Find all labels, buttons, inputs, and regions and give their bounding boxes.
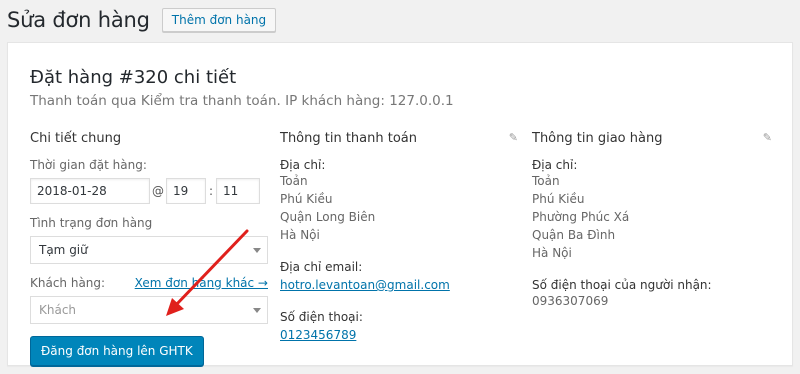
shipping-address-line: Quận Ba Đình <box>532 228 616 242</box>
status-label: Tình trạng đơn hàng <box>30 216 153 230</box>
order-title: Đặt hàng #320 chi tiết <box>30 67 237 88</box>
billing-email-link[interactable]: hotro.levantoan@gmail.com <box>280 278 450 292</box>
status-select[interactable]: Tạm giữ <box>30 236 268 264</box>
billing-address-label: Địa chỉ: <box>280 158 326 172</box>
add-order-button[interactable]: Thêm đơn hàng <box>161 8 277 32</box>
billing-phone-link[interactable]: 0123456789 <box>280 328 356 342</box>
ship-to-ghtk-button[interactable]: Đăng đơn hàng lên GHTK <box>30 336 204 366</box>
shipping-address-line: Toản <box>532 174 560 188</box>
chevron-down-icon <box>253 308 261 313</box>
shipping-phone: 0936307069 <box>532 294 609 308</box>
shipping-heading: Thông tin giao hàng <box>532 131 663 146</box>
pencil-icon[interactable]: ✎ <box>509 131 518 144</box>
order-subtitle: Thanh toán qua Kiểm tra thanh toán. IP k… <box>30 93 454 109</box>
pencil-icon[interactable]: ✎ <box>763 131 772 144</box>
order-panel: Đặt hàng #320 chi tiết Thanh toán qua Ki… <box>7 42 793 366</box>
shipping-address-line: Phú Kiều <box>532 192 585 206</box>
billing-address-line: Hà Nội <box>280 228 320 242</box>
shipping-address-line: Hà Nội <box>532 246 572 260</box>
status-value: Tạm giữ <box>39 243 88 257</box>
billing-address-line: Phú Kiều <box>280 192 333 206</box>
customer-row: Khách hàng: Xem đơn hàng khác → <box>30 276 268 290</box>
time-colon: : <box>209 184 214 198</box>
shipping-address-label: Địa chỉ: <box>532 158 578 172</box>
date-row: 2018-01-28 @ 19 : 11 <box>30 178 268 204</box>
billing-email-label: Địa chỉ email: <box>280 260 363 274</box>
date-label: Thời gian đặt hàng: <box>30 158 147 172</box>
customer-placeholder: Khách <box>39 303 77 317</box>
customer-label: Khách hàng: <box>30 276 106 290</box>
shipping-phone-label: Số điện thoại của người nhận: <box>532 278 712 292</box>
billing-phone-label: Số điện thoại: <box>280 310 363 324</box>
hour-input[interactable]: 19 <box>166 178 206 204</box>
general-column: Chi tiết chung Thời gian đặt hàng: 2018-… <box>30 131 268 366</box>
general-heading: Chi tiết chung <box>30 131 122 146</box>
at-sign: @ <box>152 184 164 198</box>
minute-input[interactable]: 11 <box>216 178 261 204</box>
chevron-down-icon <box>253 248 261 253</box>
customer-select[interactable]: Khách <box>30 296 268 324</box>
page-title: Sửa đơn hàng <box>7 8 150 32</box>
page-header: Sửa đơn hàng Thêm đơn hàng <box>7 5 277 35</box>
billing-column: Thông tin thanh toán ✎ Địa chỉ: Toản Phú… <box>280 131 518 344</box>
shipping-column: Thông tin giao hàng ✎ Địa chỉ: Toản Phú … <box>532 131 772 310</box>
billing-heading: Thông tin thanh toán <box>280 131 418 146</box>
view-other-orders-link[interactable]: Xem đơn hàng khác → <box>135 276 268 290</box>
date-input[interactable]: 2018-01-28 <box>30 178 150 204</box>
billing-address-line: Toản <box>280 174 308 188</box>
shipping-address-line: Phường Phúc Xá <box>532 210 630 224</box>
billing-address-line: Quận Long Biên <box>280 210 376 224</box>
